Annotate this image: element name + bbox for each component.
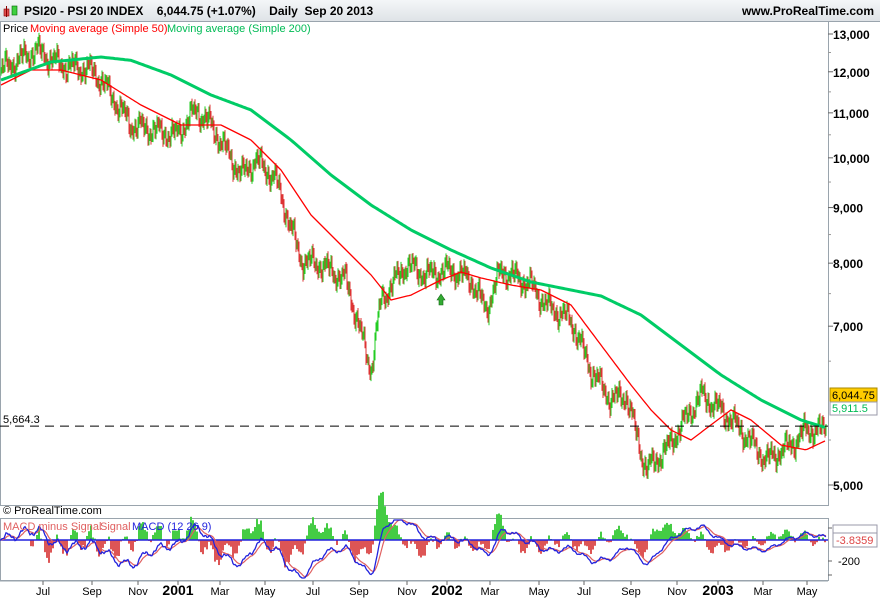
svg-text:6,044.75: 6,044.75 bbox=[832, 390, 875, 402]
x-tick-label: Jul bbox=[36, 586, 50, 598]
x-tick-label: May bbox=[797, 586, 818, 598]
svg-text:5,911.5: 5,911.5 bbox=[832, 403, 868, 415]
legend-ma200: Moving average (Simple 200) bbox=[167, 23, 311, 35]
macd-tick-label: -200 bbox=[838, 556, 860, 568]
x-tick-label: Mar bbox=[211, 586, 230, 598]
x-tick-label: Sep bbox=[621, 586, 641, 598]
macd-legend-hist: MACD minus Signal bbox=[3, 521, 101, 533]
svg-text:-3.8359: -3.8359 bbox=[836, 535, 873, 547]
x-tick-label: Nov bbox=[667, 586, 687, 598]
x-tick-label: 2001 bbox=[162, 582, 193, 598]
y-tick-label: 5,000 bbox=[833, 479, 863, 493]
x-tick-label: Jul bbox=[577, 586, 591, 598]
legend-ma50: Moving average (Simple 50) bbox=[30, 23, 168, 35]
price-chart[interactable]: 13,000 12,000 11,000 10,000 9,000 8,000 7,000 5… bbox=[0, 0, 880, 600]
price-tag-ma200: 5,911.5 bbox=[829, 401, 878, 416]
x-tick-label: 2002 bbox=[431, 582, 462, 598]
x-tick-label: Jul bbox=[306, 586, 320, 598]
macd-legend-signal: Signal bbox=[100, 521, 131, 533]
y-tick-label: 7,000 bbox=[833, 320, 863, 334]
x-tick-label: Nov bbox=[128, 586, 148, 598]
y-tick-label: 13,000 bbox=[833, 28, 870, 42]
y-tick-label: 8,000 bbox=[833, 257, 863, 271]
x-tick-label: Sep bbox=[82, 586, 102, 598]
legend-price: Price bbox=[3, 23, 28, 35]
y-tick-label: 11,000 bbox=[833, 107, 869, 121]
hline-label: 5,664.3 bbox=[3, 414, 40, 426]
x-tick-label: May bbox=[255, 586, 276, 598]
copyright: © ProRealTime.com bbox=[3, 505, 102, 517]
x-tick-label: May bbox=[529, 586, 550, 598]
y-tick-label: 10,000 bbox=[833, 152, 870, 166]
y-tick-label: 12,000 bbox=[833, 66, 870, 80]
x-tick-label: Nov bbox=[397, 586, 417, 598]
macd-legend-macd: MACD (12 26 9) bbox=[132, 521, 211, 533]
x-tick-label: Sep bbox=[349, 586, 369, 598]
price-tag-last: 6,044.75 bbox=[829, 387, 878, 403]
x-tick-label: Mar bbox=[754, 586, 773, 598]
macd-tag: -3.8359 bbox=[832, 524, 878, 548]
x-tick-label: Mar bbox=[481, 586, 500, 598]
y-tick-label: 9,000 bbox=[833, 202, 863, 216]
x-tick-label: 2003 bbox=[702, 582, 733, 598]
